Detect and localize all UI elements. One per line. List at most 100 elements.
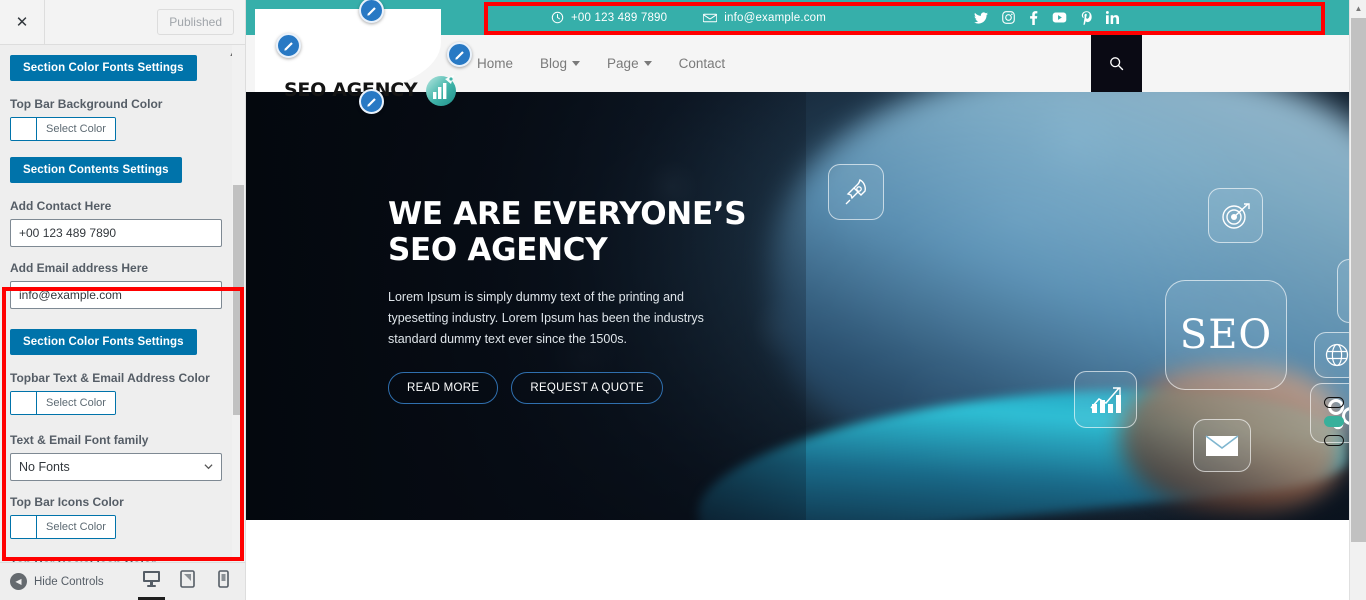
- hide-controls-label: Hide Controls: [34, 575, 104, 588]
- pencil-icon: [366, 6, 376, 16]
- browser-scrollbar[interactable]: ▲: [1349, 0, 1366, 600]
- logo-mark-icon: [421, 70, 461, 110]
- hero-content: WE ARE EVERYONE’S SEO AGENCY Lorem Ipsum…: [388, 196, 758, 404]
- top-bar-icons-color-label: Top Bar Icons Color: [10, 495, 124, 509]
- topbar-phone-text: +00 123 489 7890: [571, 11, 668, 24]
- add-contact-here-label: Add Contact Here: [10, 199, 112, 213]
- browser-scrollbar-thumb[interactable]: [1351, 18, 1366, 542]
- chart-icon: [1074, 371, 1137, 428]
- section-color-fonts-settings-button-2[interactable]: Section Color Fonts Settings: [10, 329, 197, 355]
- highlighted-section-panel: Section Color Fonts Settings Topbar Text…: [10, 329, 235, 562]
- hero-description: Lorem Ipsum is simply dummy text of the …: [388, 289, 704, 346]
- nav-item-home[interactable]: Home: [477, 56, 513, 71]
- chevron-down-icon: [572, 61, 581, 66]
- instagram-icon[interactable]: [1002, 11, 1015, 24]
- customizer-footer: ◀ Hide Controls: [0, 562, 245, 600]
- add-email-address-here-label: Add Email address Here: [10, 261, 149, 275]
- hero-slide-toggles: [1324, 397, 1344, 446]
- topbar-text-email-color-picker[interactable]: Select Color: [10, 391, 116, 415]
- color-swatch: [11, 516, 37, 538]
- edit-logo-pencil-button[interactable]: [276, 33, 301, 58]
- preview-white-area: [246, 520, 1366, 600]
- seo-badge: SEO: [1165, 280, 1287, 390]
- close-customizer-button[interactable]: ✕: [0, 0, 45, 44]
- envelope-icon: [703, 13, 718, 22]
- nav-item-blog[interactable]: Blog: [540, 56, 581, 71]
- read-more-button[interactable]: READ MORE: [388, 371, 499, 404]
- mail-icon: [1193, 419, 1251, 472]
- twitter-icon[interactable]: [974, 11, 988, 24]
- site-nav: Home Blog Page Contact: [477, 56, 725, 71]
- sidebar-scrollbar-track[interactable]: [232, 45, 245, 562]
- clock-icon: [551, 11, 564, 24]
- seo-badge-text: SEO: [1179, 312, 1273, 358]
- toggle-3[interactable]: [1324, 435, 1344, 446]
- top-bar-background-color-label: Top Bar Background Color: [10, 97, 163, 111]
- nav-item-contact[interactable]: Contact: [679, 56, 726, 71]
- published-button[interactable]: Published: [157, 9, 234, 35]
- topbar-email[interactable]: info@example.com: [703, 12, 826, 24]
- hero-title: WE ARE EVERYONE’S SEO AGENCY: [388, 196, 758, 269]
- nav-item-page[interactable]: Page: [607, 56, 652, 71]
- select-color-label: Select Color: [37, 118, 115, 140]
- customizer-screen: ✕ Published ▲ Section Color Fonts Settin…: [0, 0, 1366, 600]
- pencil-icon: [283, 41, 293, 51]
- section-contents-settings-button[interactable]: Section Contents Settings: [10, 157, 182, 183]
- site-preview: +00 123 489 7890 info@example.com SEO AG…: [246, 0, 1366, 600]
- tablet-icon: [180, 569, 195, 588]
- select-color-label: Select Color: [37, 392, 115, 414]
- facebook-icon[interactable]: [1029, 10, 1038, 25]
- device-desktop-button[interactable]: [138, 568, 165, 600]
- topbar-phone[interactable]: +00 123 489 7890: [551, 11, 667, 24]
- hero-buttons: READ MORE REQUEST A QUOTE: [388, 371, 758, 404]
- device-tablet-button[interactable]: [176, 568, 199, 596]
- color-swatch: [11, 118, 37, 140]
- color-swatch: [11, 392, 37, 414]
- scroll-up-arrow-icon[interactable]: ▲: [1350, 0, 1366, 17]
- text-email-font-family-label: Text & Email Font family: [10, 433, 149, 447]
- customizer-header: ✕ Published: [0, 0, 245, 45]
- section-color-fonts-settings-button-1[interactable]: Section Color Fonts Settings: [10, 55, 197, 81]
- edit-hero-pencil-button[interactable]: [359, 89, 384, 114]
- mobile-icon: [218, 569, 229, 588]
- topbar-social-links: [974, 10, 1119, 25]
- topbar-contact-group: +00 123 489 7890 info@example.com: [551, 11, 826, 24]
- font-family-select[interactable]: No Fonts: [10, 453, 222, 481]
- site-header: SEO AGENCY Home Blog Page Contact: [246, 9, 1366, 106]
- contact-number-input[interactable]: [10, 219, 222, 247]
- device-mobile-button[interactable]: [212, 568, 235, 596]
- logo-text: SEO AGENCY: [284, 79, 418, 101]
- pinterest-icon[interactable]: [1081, 10, 1092, 25]
- desktop-icon: [143, 570, 160, 587]
- hero-title-line2: SEO AGENCY: [388, 231, 608, 268]
- nav-label: Contact: [678, 56, 726, 71]
- top-bar-background-color-picker[interactable]: Select Color: [10, 117, 116, 141]
- search-icon: [1110, 57, 1124, 71]
- pencil-icon: [454, 50, 464, 60]
- toggle-1[interactable]: [1324, 397, 1344, 408]
- youtube-icon[interactable]: [1052, 12, 1067, 23]
- linkedin-icon[interactable]: [1106, 11, 1119, 24]
- toggle-2-active[interactable]: [1324, 416, 1344, 427]
- select-color-label: Select Color: [37, 516, 115, 538]
- collapse-icon: ◀: [10, 573, 27, 590]
- nav-label: Blog: [540, 56, 568, 71]
- customizer-controls-panel: ▲ Section Color Fonts Settings Top Bar B…: [0, 45, 245, 562]
- controls-list: Section Color Fonts Settings Top Bar Bac…: [0, 45, 245, 562]
- top-bar-icons-color-picker[interactable]: Select Color: [10, 515, 116, 539]
- edit-menu-pencil-button[interactable]: [447, 42, 472, 67]
- topbar-email-text: info@example.com: [724, 11, 827, 24]
- topbar-text-email-address-color-label: Topbar Text & Email Address Color: [10, 371, 210, 385]
- site-search-button[interactable]: [1091, 35, 1142, 92]
- nav-label: Home: [477, 56, 514, 71]
- customizer-sidebar: ✕ Published ▲ Section Color Fonts Settin…: [0, 0, 246, 600]
- sidebar-scrollbar-thumb[interactable]: [233, 185, 244, 415]
- request-a-quote-button[interactable]: REQUEST A QUOTE: [511, 371, 663, 404]
- hero-title-line1: WE ARE EVERYONE’S: [388, 196, 747, 232]
- hero-slider: SEO WE ARE EVERYONE’S SEO AGENCY Lorem I…: [246, 92, 1366, 520]
- email-address-input[interactable]: [10, 281, 222, 309]
- device-preview-buttons: [138, 568, 235, 600]
- hide-controls-button[interactable]: ◀ Hide Controls: [10, 573, 104, 590]
- chevron-down-icon: [643, 61, 652, 66]
- close-icon: ✕: [15, 14, 29, 31]
